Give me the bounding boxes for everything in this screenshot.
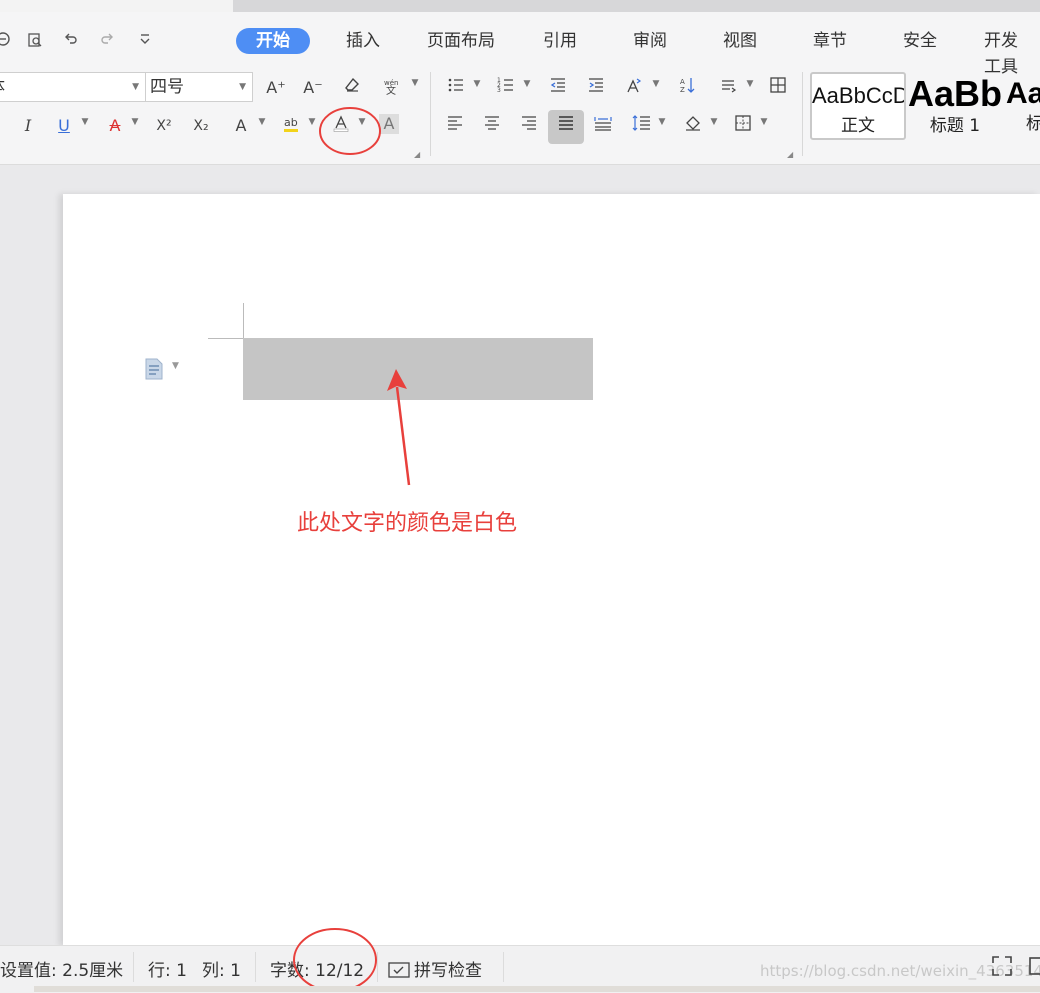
font-name-value: 宋体 — [0, 77, 5, 97]
paragraph-layout-icon[interactable] — [144, 358, 164, 380]
print-preview-icon[interactable] — [24, 31, 46, 53]
status-separator — [133, 952, 134, 982]
status-separator — [503, 952, 504, 982]
chevron-down-icon[interactable]: ▼ — [307, 117, 317, 127]
increase-indent-icon[interactable] — [584, 76, 608, 100]
border-icon[interactable] — [731, 114, 755, 138]
font-dialog-launcher-icon[interactable]: ◢ — [414, 150, 420, 159]
align-left-icon[interactable] — [443, 114, 467, 138]
text-effect-icon[interactable]: A — [229, 114, 253, 138]
align-center-icon[interactable] — [480, 114, 504, 138]
line-spacing-icon[interactable] — [629, 114, 653, 138]
tab-developer[interactable]: 开发工具 — [972, 28, 1040, 77]
underline-icon[interactable]: U — [52, 114, 76, 138]
show-hide-marks-icon[interactable] — [716, 76, 740, 100]
chevron-down-icon[interactable]: ▼ — [172, 361, 179, 371]
svg-text:3: 3 — [497, 87, 501, 94]
chevron-down-icon[interactable]: ▼ — [651, 79, 661, 89]
svg-text:ab: ab — [284, 116, 298, 129]
annotation-arrow — [387, 369, 411, 486]
distributed-align-icon[interactable] — [591, 114, 615, 138]
chevron-down-icon: ▼ — [239, 82, 246, 92]
grow-font-icon[interactable]: A⁺ — [264, 76, 288, 100]
tab-insert[interactable]: 插入 — [334, 28, 392, 54]
table-insert-icon[interactable] — [766, 76, 790, 100]
status-setting-value[interactable]: 设置值: 2.5厘米 — [0, 956, 123, 981]
chevron-down-icon[interactable]: ▼ — [257, 117, 267, 127]
tab-view[interactable]: 视图 — [711, 28, 769, 54]
font-size-select[interactable]: 四号 ▼ — [145, 72, 253, 102]
paragraph-dialog-launcher-icon[interactable]: ◢ — [787, 150, 793, 159]
italic-icon[interactable]: I — [16, 114, 40, 138]
chevron-down-icon: ▼ — [132, 82, 139, 92]
page-view-icon[interactable] — [1028, 955, 1040, 981]
font-name-select[interactable]: 宋体 ▼ — [0, 72, 146, 102]
style-normal-label: 正文 — [841, 116, 875, 136]
group-divider — [802, 72, 803, 156]
annotation-text: 此处文字的颜色是白色 — [297, 511, 518, 536]
style-heading-1-preview: AaBb — [908, 73, 1002, 114]
chevron-down-icon[interactable]: ▼ — [657, 117, 667, 127]
customize-toolbar-icon[interactable] — [134, 31, 156, 51]
tab-sections[interactable]: 章节 — [801, 28, 859, 54]
justify-icon[interactable] — [554, 114, 578, 138]
redo-icon[interactable] — [96, 31, 118, 51]
chevron-down-icon[interactable]: ▼ — [130, 117, 140, 127]
subscript-icon[interactable]: X₂ — [189, 114, 213, 138]
shrink-font-icon[interactable]: A⁻ — [301, 76, 325, 100]
chevron-down-icon[interactable]: ▼ — [759, 117, 769, 127]
svg-text:文: 文 — [386, 84, 396, 96]
style-heading-2-label: 标 — [1026, 114, 1040, 134]
spell-check-button[interactable]: 拼写检查 — [388, 956, 482, 984]
change-case-icon[interactable] — [622, 76, 646, 100]
tab-review[interactable]: 审阅 — [621, 28, 679, 54]
fullscreen-icon[interactable] — [991, 955, 1013, 981]
save-icon[interactable] — [0, 31, 14, 51]
chevron-down-icon[interactable]: ▼ — [472, 79, 482, 89]
highlight-icon[interactable]: ab — [279, 114, 303, 138]
spell-check-label: 拼写检查 — [414, 961, 482, 981]
chevron-down-icon[interactable]: ▼ — [745, 79, 755, 89]
svg-text:A: A — [680, 78, 685, 86]
phonetic-guide-icon[interactable]: wén 文 — [380, 76, 404, 100]
font-color-annotation-circle — [319, 107, 381, 155]
document-page[interactable] — [63, 194, 1040, 946]
style-normal[interactable]: AaBbCcDd 正文 — [810, 72, 906, 140]
margin-marker-vertical — [243, 303, 244, 339]
sort-icon[interactable]: AZ — [676, 76, 700, 100]
chevron-down-icon[interactable]: ▼ — [410, 78, 420, 88]
strikethrough-icon[interactable]: A — [103, 114, 127, 138]
numbered-list-icon[interactable]: 123 — [494, 76, 518, 100]
decrease-indent-icon[interactable] — [546, 76, 570, 100]
tab-start[interactable]: 开始 — [236, 28, 310, 54]
superscript-icon[interactable]: X² — [152, 114, 176, 138]
shading-icon[interactable] — [681, 114, 705, 138]
bullet-list-icon[interactable] — [444, 76, 468, 100]
tab-page-layout[interactable]: 页面布局 — [415, 28, 507, 54]
status-separator — [255, 952, 256, 982]
tab-references[interactable]: 引用 — [531, 28, 589, 54]
style-normal-preview: AaBbCcDd — [812, 83, 904, 108]
group-divider — [430, 72, 431, 156]
chevron-down-icon[interactable]: ▼ — [80, 117, 90, 127]
style-heading-2-preview: Aa — [1006, 77, 1040, 110]
chevron-down-icon[interactable]: ▼ — [709, 117, 719, 127]
word-count-annotation-circle — [293, 928, 377, 992]
chevron-down-icon[interactable]: ▼ — [522, 79, 532, 89]
font-size-value: 四号 — [150, 77, 184, 97]
tab-security[interactable]: 安全 — [891, 28, 949, 54]
clear-format-icon[interactable] — [340, 76, 364, 100]
char-shading-icon[interactable]: A — [379, 114, 399, 134]
style-heading-1[interactable]: AaBb 标题 1 — [908, 72, 1002, 140]
status-column[interactable]: 列: 1 — [202, 956, 241, 981]
svg-text:Z: Z — [680, 86, 685, 94]
margin-marker-horizontal — [208, 338, 244, 339]
status-row[interactable]: 行: 1 — [148, 956, 187, 981]
style-heading-2[interactable]: Aa 标 — [1004, 72, 1040, 140]
undo-icon[interactable] — [60, 31, 82, 51]
spell-check-icon — [388, 961, 410, 984]
align-right-icon[interactable] — [517, 114, 541, 138]
bottom-strip — [34, 986, 1040, 992]
